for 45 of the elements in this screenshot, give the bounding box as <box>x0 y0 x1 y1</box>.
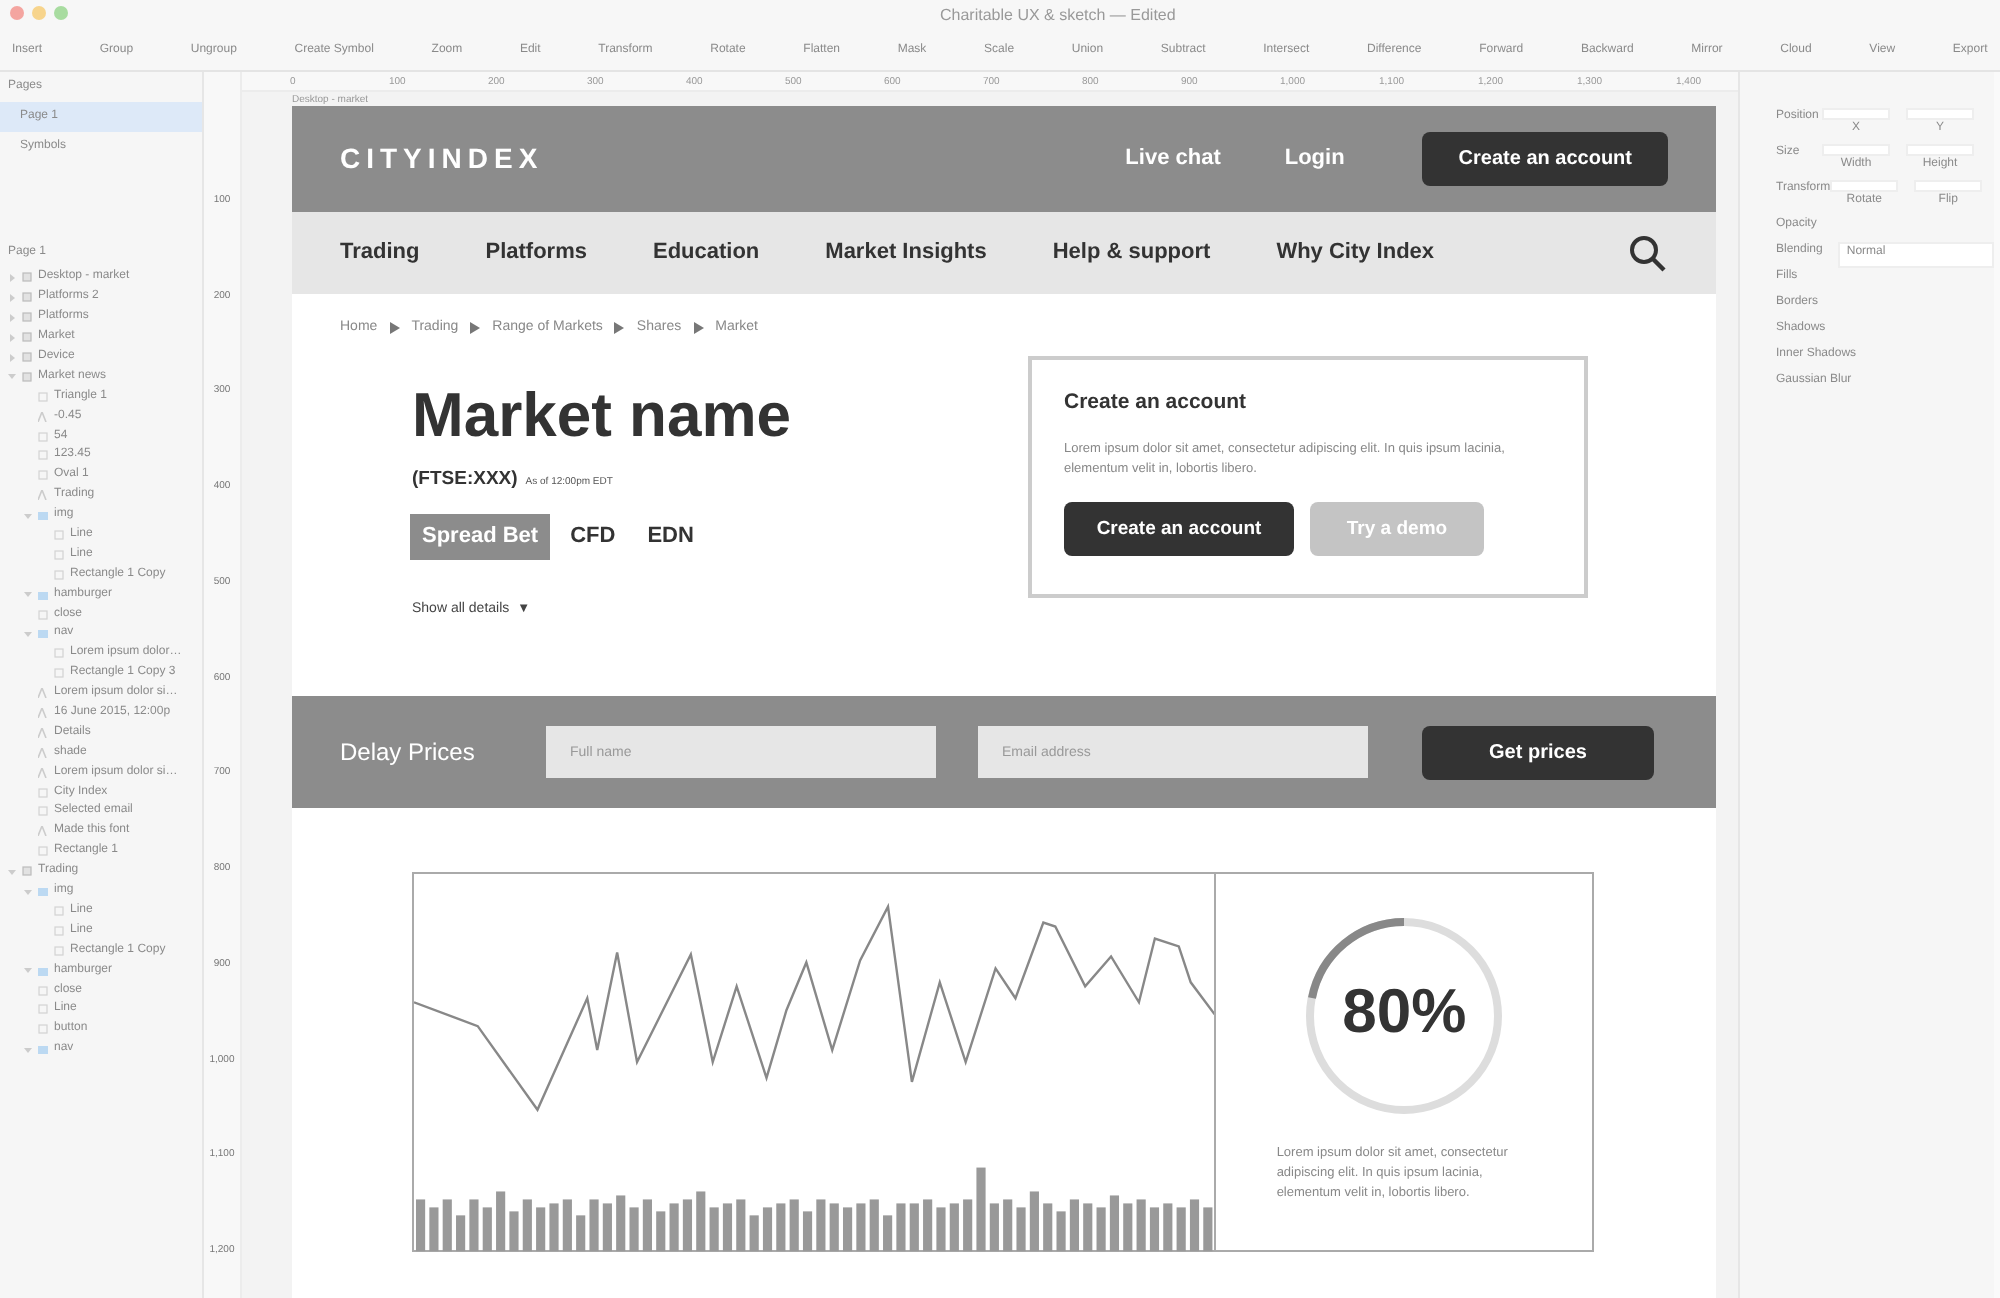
market-symbol: (FTSE:XXX) <box>412 466 518 494</box>
window-title: Charitable UX & sketch — Edited <box>940 4 1176 28</box>
folder-icon <box>38 589 48 600</box>
disclosure-icon[interactable] <box>8 333 16 342</box>
folder-icon <box>38 628 48 639</box>
shape-icon <box>38 391 48 402</box>
header-link[interactable]: Login <box>1284 142 1345 176</box>
folder-icon <box>38 1044 48 1055</box>
logo: CITYINDEX <box>340 140 544 178</box>
disclosure-icon[interactable] <box>8 273 16 282</box>
disclosure-icon[interactable] <box>8 293 16 302</box>
text-layer-icon <box>38 411 48 422</box>
arrow-icon <box>470 322 481 334</box>
arrow-icon <box>614 322 625 334</box>
nav-link[interactable]: Education <box>652 236 760 270</box>
market-title: Market name <box>412 378 794 446</box>
shape-icon <box>38 609 48 620</box>
text-layer-icon <box>38 826 48 837</box>
create-account-button[interactable]: Create an account <box>1422 132 1668 186</box>
card-title: Create an account <box>1064 388 1249 418</box>
text-layer-icon <box>38 490 48 501</box>
search-icon <box>1628 233 1668 273</box>
nav-link[interactable]: Help & support <box>1052 236 1211 270</box>
create-account-button[interactable]: Create an account <box>1064 502 1294 557</box>
folder-icon <box>38 965 48 976</box>
product-tab[interactable]: CFD <box>558 514 628 560</box>
arrow-icon <box>693 322 704 334</box>
product-tab[interactable]: EDN <box>635 514 706 560</box>
nav-link[interactable]: Why City Index <box>1276 236 1435 270</box>
nav-link[interactable]: Platforms <box>485 236 587 270</box>
nav-link[interactable]: Trading <box>340 236 420 270</box>
artboard-icon <box>22 866 32 877</box>
demo-button[interactable]: Try a demo <box>1310 502 1484 557</box>
section-title: Delay Prices <box>340 736 477 770</box>
percent-value: 80% <box>1340 980 1469 1042</box>
product-tab[interactable]: Spread Bet <box>410 514 551 560</box>
disclosure-icon[interactable] <box>8 353 16 361</box>
header-link[interactable]: Live chat <box>1125 142 1221 176</box>
arrow-icon <box>389 322 400 334</box>
get-prices-button[interactable]: Get prices <box>1422 725 1654 779</box>
folder-icon <box>38 510 48 521</box>
nav-link[interactable]: Market Insights <box>825 236 987 270</box>
folder-icon <box>38 886 48 897</box>
disclosure-icon[interactable] <box>8 313 16 322</box>
shape-icon <box>38 846 48 857</box>
